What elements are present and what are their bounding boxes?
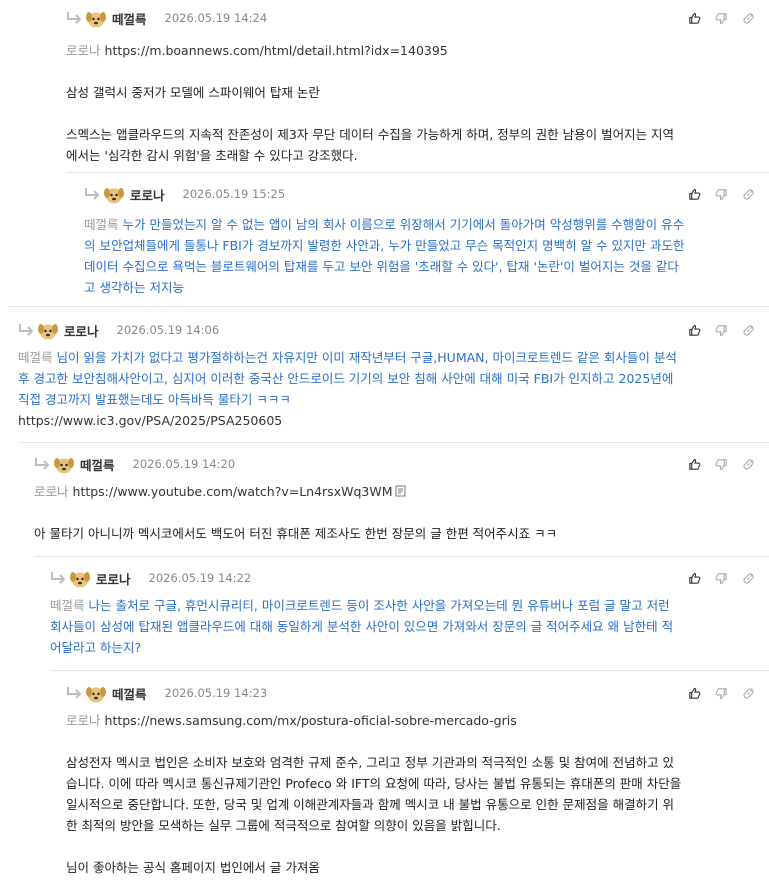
thumbs-up-icon[interactable] bbox=[688, 324, 701, 337]
comment-text: 데이터 수집으로 욕먹는 블로트웨어의 탑재를 두고 보안 위험을 '초래할 수… bbox=[84, 259, 679, 274]
comment-text: 고 생각하는 저지능 bbox=[84, 280, 184, 295]
mention-tag[interactable]: 로로나 bbox=[34, 484, 69, 499]
link-icon[interactable] bbox=[742, 458, 755, 471]
mention-tag[interactable]: 로로나 bbox=[66, 43, 101, 58]
avatar-icon bbox=[86, 12, 106, 28]
comment-text: 스멕스는 앱클라우드의 지속적 잔존성이 제3자 무단 데이터 수집을 가능하게… bbox=[66, 127, 675, 142]
comment-timestamp: 2026.05.19 15:25 bbox=[182, 187, 286, 201]
author-nickname[interactable]: 로로나 bbox=[96, 569, 131, 588]
link-icon[interactable] bbox=[742, 687, 755, 700]
link-icon[interactable] bbox=[742, 12, 755, 25]
thumbs-down-icon[interactable] bbox=[715, 12, 728, 25]
comment-text: 어달라고 하는지? bbox=[50, 640, 142, 655]
comment-text: 한 최적의 방안을 모색하는 실무 그룹에 적극적으로 참여할 의향이 있음을 … bbox=[66, 818, 501, 833]
thumbs-down-icon[interactable] bbox=[715, 687, 728, 700]
comment-text: 에서는 '심각한 감시 위험'을 초래할 수 있다고 강조했다. bbox=[66, 148, 358, 163]
comment-body: 로로나 https://m.boannews.com/html/detail.ht… bbox=[66, 40, 769, 166]
comment-text: 습니다. 이에 따라 멕시코 통신규제기관인 Profeco 와 IFT의 요청… bbox=[66, 776, 682, 791]
avatar-icon bbox=[70, 572, 90, 588]
comment-text: 나는 출처로 구글, 휴먼시큐리티, 마이크로트렌드 등이 조사한 사안을 가져… bbox=[88, 598, 670, 613]
thumbs-up-icon[interactable] bbox=[688, 188, 701, 201]
url-link[interactable]: https://www.ic3.gov/PSA/2025/PSA250605 bbox=[18, 410, 769, 431]
reply-arrow-icon bbox=[85, 188, 100, 200]
comment-text: 회사들이 삼성에 탑재된 앱클라우드에 대해 동일하게 분석한 사안이 있으면 … bbox=[50, 619, 674, 634]
comment-body: 떼껄륵 누가 만들었는지 알 수 없는 앱이 남의 회사 이름으로 위장해서 기기… bbox=[84, 214, 769, 298]
comment-timestamp: 2026.05.19 14:23 bbox=[164, 686, 268, 700]
thumbs-up-icon[interactable] bbox=[688, 687, 701, 700]
reply-arrow-icon bbox=[19, 324, 34, 336]
avatar-icon bbox=[86, 687, 106, 703]
author-nickname[interactable]: 떼껄륵 bbox=[112, 684, 147, 703]
comment-body: 떼껄륵 님이 읽을 가치가 없다고 평가절하하는건 자유지만 이미 재작년부터 구… bbox=[18, 347, 769, 431]
thumbs-down-icon[interactable] bbox=[715, 572, 728, 585]
comment-timestamp: 2026.05.19 14:20 bbox=[132, 457, 236, 471]
link-icon[interactable] bbox=[742, 572, 755, 585]
thumbs-down-icon[interactable] bbox=[715, 458, 728, 471]
reply-arrow-icon bbox=[35, 458, 50, 470]
mention-tag[interactable]: 로로나 bbox=[66, 713, 101, 728]
avatar-icon bbox=[104, 188, 124, 204]
comment-timestamp: 2026.05.19 14:24 bbox=[164, 11, 268, 25]
author-nickname[interactable]: 떼껄륵 bbox=[80, 455, 115, 474]
comment-text: 삼성 갤럭시 중저가 모델에 스파이웨어 탑재 논란 bbox=[66, 85, 320, 100]
comment: 떼껄륵 2026.05.19 14:20 로로나 https://www.yout… bbox=[34, 452, 769, 544]
mention-tag[interactable]: 떼껄륵 bbox=[50, 598, 85, 613]
author-nickname[interactable]: 떼껄륵 bbox=[112, 9, 147, 28]
thumbs-down-icon[interactable] bbox=[715, 324, 728, 337]
url-link[interactable]: https://www.youtube.com/watch?v=Ln4rsxWq… bbox=[73, 484, 393, 499]
comment-actions bbox=[688, 566, 755, 590]
author-nickname[interactable]: 로로나 bbox=[64, 321, 99, 340]
comment-body: 떼껄륵 나는 출처로 구글, 휴먼시큐리티, 마이크로트렌드 등이 조사한 사안을… bbox=[50, 595, 769, 658]
comment-text: 후 경고한 보안침해사안이고, 심지어 이러한 중국산 안드로이드 기기의 보안… bbox=[18, 371, 674, 386]
author-nickname[interactable]: 로로나 bbox=[130, 185, 165, 204]
reply-arrow-icon bbox=[67, 687, 82, 699]
comment-actions bbox=[688, 182, 755, 206]
reply-arrow-icon bbox=[67, 12, 82, 24]
comment-text: 님이 좋아하는 공식 홈페이지 법인에서 글 가져옴 bbox=[66, 860, 320, 875]
comment-body: 로로나 https://www.youtube.com/watch?v=Ln4rs… bbox=[34, 481, 769, 544]
comment-body: 로로나 https://news.samsung.com/mx/postura-o… bbox=[66, 710, 769, 878]
comment: 떼껄륵 2026.05.19 14:23 로로나 https://news.sam… bbox=[66, 681, 769, 878]
comment-text: 아 물타기 아니니까 멕시코에서도 백도어 터진 휴대폰 제조사도 한번 장문의… bbox=[34, 526, 558, 541]
comment: 떼껄륵 2026.05.19 14:24 로로나 https://m.boanne… bbox=[66, 6, 769, 166]
comment-text: 일시적으로 중단합니다. 또한, 당국 및 업계 이해관계자들과 함께 멕시코 … bbox=[66, 797, 675, 812]
comment-timestamp: 2026.05.19 14:06 bbox=[116, 323, 220, 337]
comment-text: 님이 읽을 가치가 없다고 평가절하하는건 자유지만 이미 재작년부터 구글,H… bbox=[56, 350, 677, 365]
mention-tag[interactable]: 떼껄륵 bbox=[18, 350, 53, 365]
url-link[interactable]: https://m.boannews.com/html/detail.html?… bbox=[105, 43, 448, 58]
reply-arrow-icon bbox=[51, 572, 66, 584]
thumbs-up-icon[interactable] bbox=[688, 572, 701, 585]
comment-text: 의 보안업체들에게 들통나 FBI가 경보까지 발령한 사안과, 누가 만들었고… bbox=[84, 238, 685, 253]
thumbs-up-icon[interactable] bbox=[688, 12, 701, 25]
comment-actions bbox=[688, 318, 755, 342]
comment: 로로나 2026.05.19 14:06 떼껄륵 님이 읽을 가치가 없다고 평가… bbox=[18, 318, 769, 431]
comment-text: 직접 경고까지 발표했는데도 아득바득 물타기 ㅋㅋㅋ bbox=[18, 392, 291, 407]
comment-actions bbox=[688, 6, 755, 30]
comment-text: 삼성전자 멕시코 법인은 소비자 보호와 엄격한 규제 준수, 그리고 정부 기… bbox=[66, 755, 675, 770]
link-icon[interactable] bbox=[742, 324, 755, 337]
comment-timestamp: 2026.05.19 14:22 bbox=[148, 571, 252, 585]
comment-actions bbox=[688, 452, 755, 476]
external-link-icon[interactable] bbox=[395, 485, 406, 497]
comment: 로로나 2026.05.19 14:22 떼껄륵 나는 출처로 구글, 휴먼시큐리… bbox=[50, 566, 769, 658]
thumbs-up-icon[interactable] bbox=[688, 458, 701, 471]
link-icon[interactable] bbox=[742, 188, 755, 201]
url-link[interactable]: https://news.samsung.com/mx/postura-ofic… bbox=[105, 713, 517, 728]
comment-text: 누가 만들었는지 알 수 없는 앱이 남의 회사 이름으로 위장해서 기기에서 … bbox=[122, 217, 685, 232]
avatar-icon bbox=[38, 324, 58, 340]
comment-actions bbox=[688, 681, 755, 705]
comment: 로로나 2026.05.19 15:25 떼껄륵 누가 만들었는지 알 수 없는 … bbox=[84, 182, 769, 298]
mention-tag[interactable]: 떼껄륵 bbox=[84, 217, 119, 232]
avatar-icon bbox=[54, 458, 74, 474]
thumbs-down-icon[interactable] bbox=[715, 188, 728, 201]
